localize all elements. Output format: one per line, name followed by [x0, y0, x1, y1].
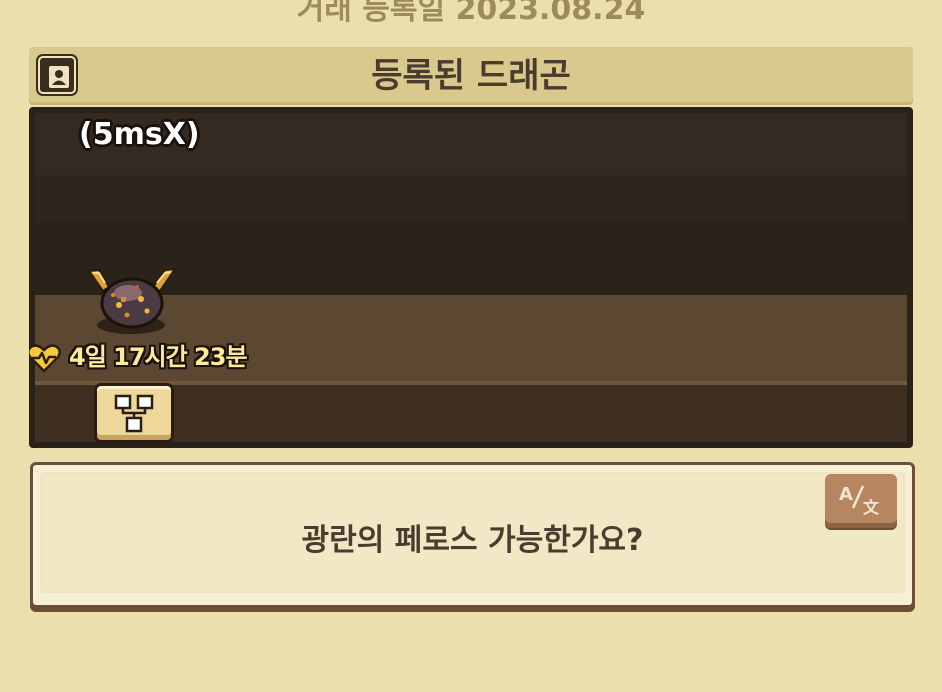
- section-title: 등록된 드래곤: [371, 56, 571, 96]
- translate-icon: A 文: [839, 484, 880, 516]
- registration-date: 거래 등록일 2023.08.24: [296, 0, 646, 27]
- profile-icon[interactable]: [38, 56, 76, 94]
- trade-detail-page: 거래 등록일 2023.08.24 등록된 드래곤 (5msX) 4일 17시간…: [0, 0, 942, 692]
- dragon-panel: (5msX) 4일 17시간 23분: [29, 107, 913, 448]
- trade-message-card: 광란의 페로스 가능한가요? A 文: [30, 462, 915, 608]
- timer-value: 4일 17시간 23분: [69, 343, 248, 371]
- message-box: 광란의 페로스 가능한가요?: [40, 472, 905, 593]
- family-tree-button[interactable]: [94, 383, 174, 443]
- owner-name: (5msX): [79, 117, 200, 152]
- registered-dragon-header: 등록된 드래곤: [29, 47, 913, 105]
- svg-text:A: A: [839, 484, 853, 505]
- lifetime-timer: 4일 17시간 23분: [29, 341, 248, 373]
- svg-text:文: 文: [863, 498, 880, 516]
- family-tree-icon: [114, 394, 154, 433]
- dragon-sprite[interactable]: [85, 265, 181, 339]
- message-text: 광란의 페로스 가능한가요?: [301, 523, 644, 558]
- translate-button[interactable]: A 文: [825, 474, 897, 528]
- heart-pulse-icon: [29, 343, 61, 373]
- wall-band: [35, 175, 907, 221]
